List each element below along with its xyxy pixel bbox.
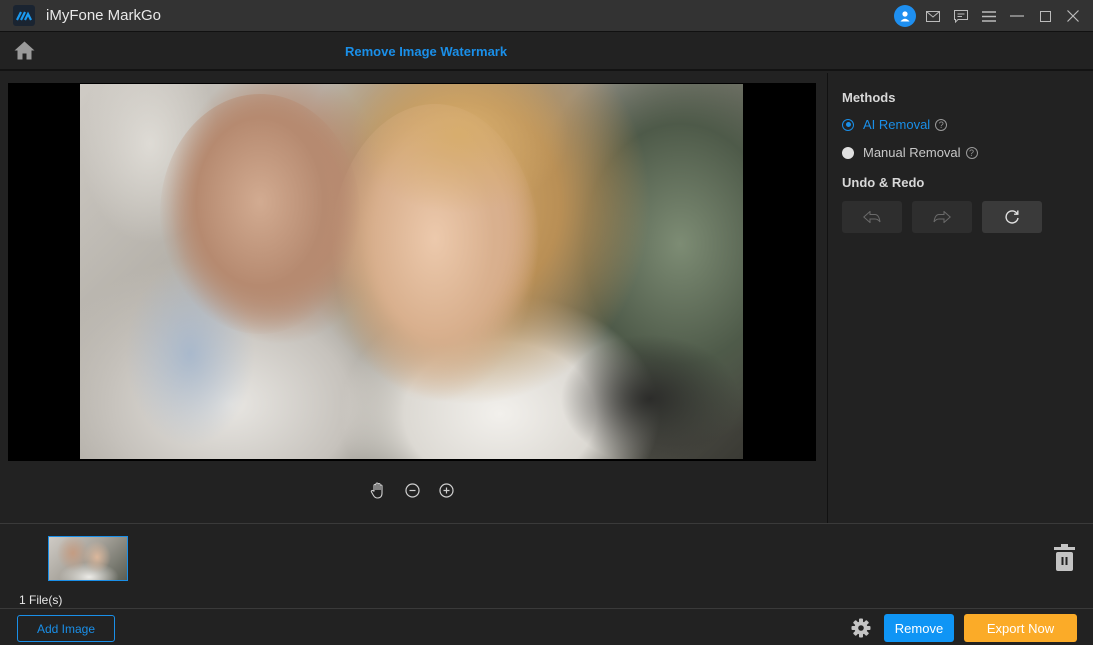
zoom-in-icon bbox=[438, 482, 454, 498]
zoom-toolbar bbox=[368, 480, 456, 500]
mail-icon bbox=[926, 10, 940, 22]
settings-button[interactable] bbox=[851, 618, 871, 643]
pan-button[interactable] bbox=[368, 480, 388, 500]
footer-bar: Add Image Remove Export Now bbox=[0, 609, 1093, 645]
account-icon bbox=[894, 5, 916, 27]
method-label: AI Removal bbox=[863, 117, 931, 132]
undo-redo-heading: Undo & Redo bbox=[842, 175, 925, 190]
preview-image[interactable] bbox=[80, 84, 743, 459]
zoom-out-icon bbox=[404, 482, 420, 498]
mail-button[interactable] bbox=[919, 0, 947, 32]
redo-icon bbox=[933, 211, 951, 223]
remove-button[interactable]: Remove bbox=[884, 614, 954, 642]
image-canvas[interactable] bbox=[8, 83, 816, 461]
zoom-out-button[interactable] bbox=[402, 480, 422, 500]
home-icon bbox=[14, 41, 35, 60]
radio-selected[interactable] bbox=[842, 118, 854, 131]
delete-button[interactable] bbox=[1054, 544, 1075, 576]
menu-icon bbox=[982, 10, 996, 22]
app-title: iMyFone MarkGo bbox=[46, 7, 162, 24]
help-icon[interactable]: ? bbox=[935, 118, 948, 131]
title-bar: iMyFone MarkGo bbox=[0, 0, 1093, 32]
file-strip: 1 File(s) bbox=[0, 524, 1093, 608]
help-icon[interactable]: ? bbox=[965, 146, 978, 159]
page-header: Remove Image Watermark bbox=[0, 33, 1093, 71]
window-controls bbox=[891, 0, 1093, 32]
maximize-button[interactable] bbox=[1031, 0, 1059, 32]
reset-button[interactable] bbox=[982, 201, 1042, 233]
radio-unselected[interactable] bbox=[842, 146, 854, 159]
method-ai-removal[interactable]: AI Removal ? bbox=[842, 117, 948, 132]
zoom-in-button[interactable] bbox=[436, 480, 456, 500]
markgo-logo-icon bbox=[13, 5, 35, 26]
maximize-icon bbox=[1039, 10, 1051, 22]
method-manual-removal[interactable]: Manual Removal ? bbox=[842, 145, 978, 160]
close-icon bbox=[1067, 10, 1079, 22]
minimize-button[interactable] bbox=[1003, 0, 1031, 32]
preview-area bbox=[0, 73, 827, 523]
redo-button[interactable] bbox=[912, 201, 972, 233]
file-count: 1 File(s) bbox=[19, 593, 63, 607]
menu-button[interactable] bbox=[975, 0, 1003, 32]
method-label: Manual Removal bbox=[863, 145, 961, 160]
minimize-icon bbox=[1010, 15, 1024, 17]
undo-icon bbox=[863, 211, 881, 223]
file-thumbnail[interactable] bbox=[48, 536, 128, 581]
undo-button[interactable] bbox=[842, 201, 902, 233]
feedback-button[interactable] bbox=[947, 0, 975, 32]
add-image-button[interactable]: Add Image bbox=[17, 615, 115, 642]
hand-icon bbox=[370, 481, 383, 499]
refresh-icon bbox=[1005, 210, 1019, 224]
export-now-button[interactable]: Export Now bbox=[964, 614, 1077, 642]
close-button[interactable] bbox=[1059, 0, 1087, 32]
trash-icon bbox=[1054, 544, 1075, 571]
page-title: Remove Image Watermark bbox=[345, 44, 508, 59]
feedback-icon bbox=[954, 9, 968, 23]
settings-panel: Methods AI Removal ? Manual Removal ? Un… bbox=[828, 73, 1093, 523]
methods-heading: Methods bbox=[842, 90, 896, 105]
home-button[interactable] bbox=[14, 41, 35, 65]
account-button[interactable] bbox=[891, 0, 919, 32]
gear-icon bbox=[851, 618, 871, 638]
